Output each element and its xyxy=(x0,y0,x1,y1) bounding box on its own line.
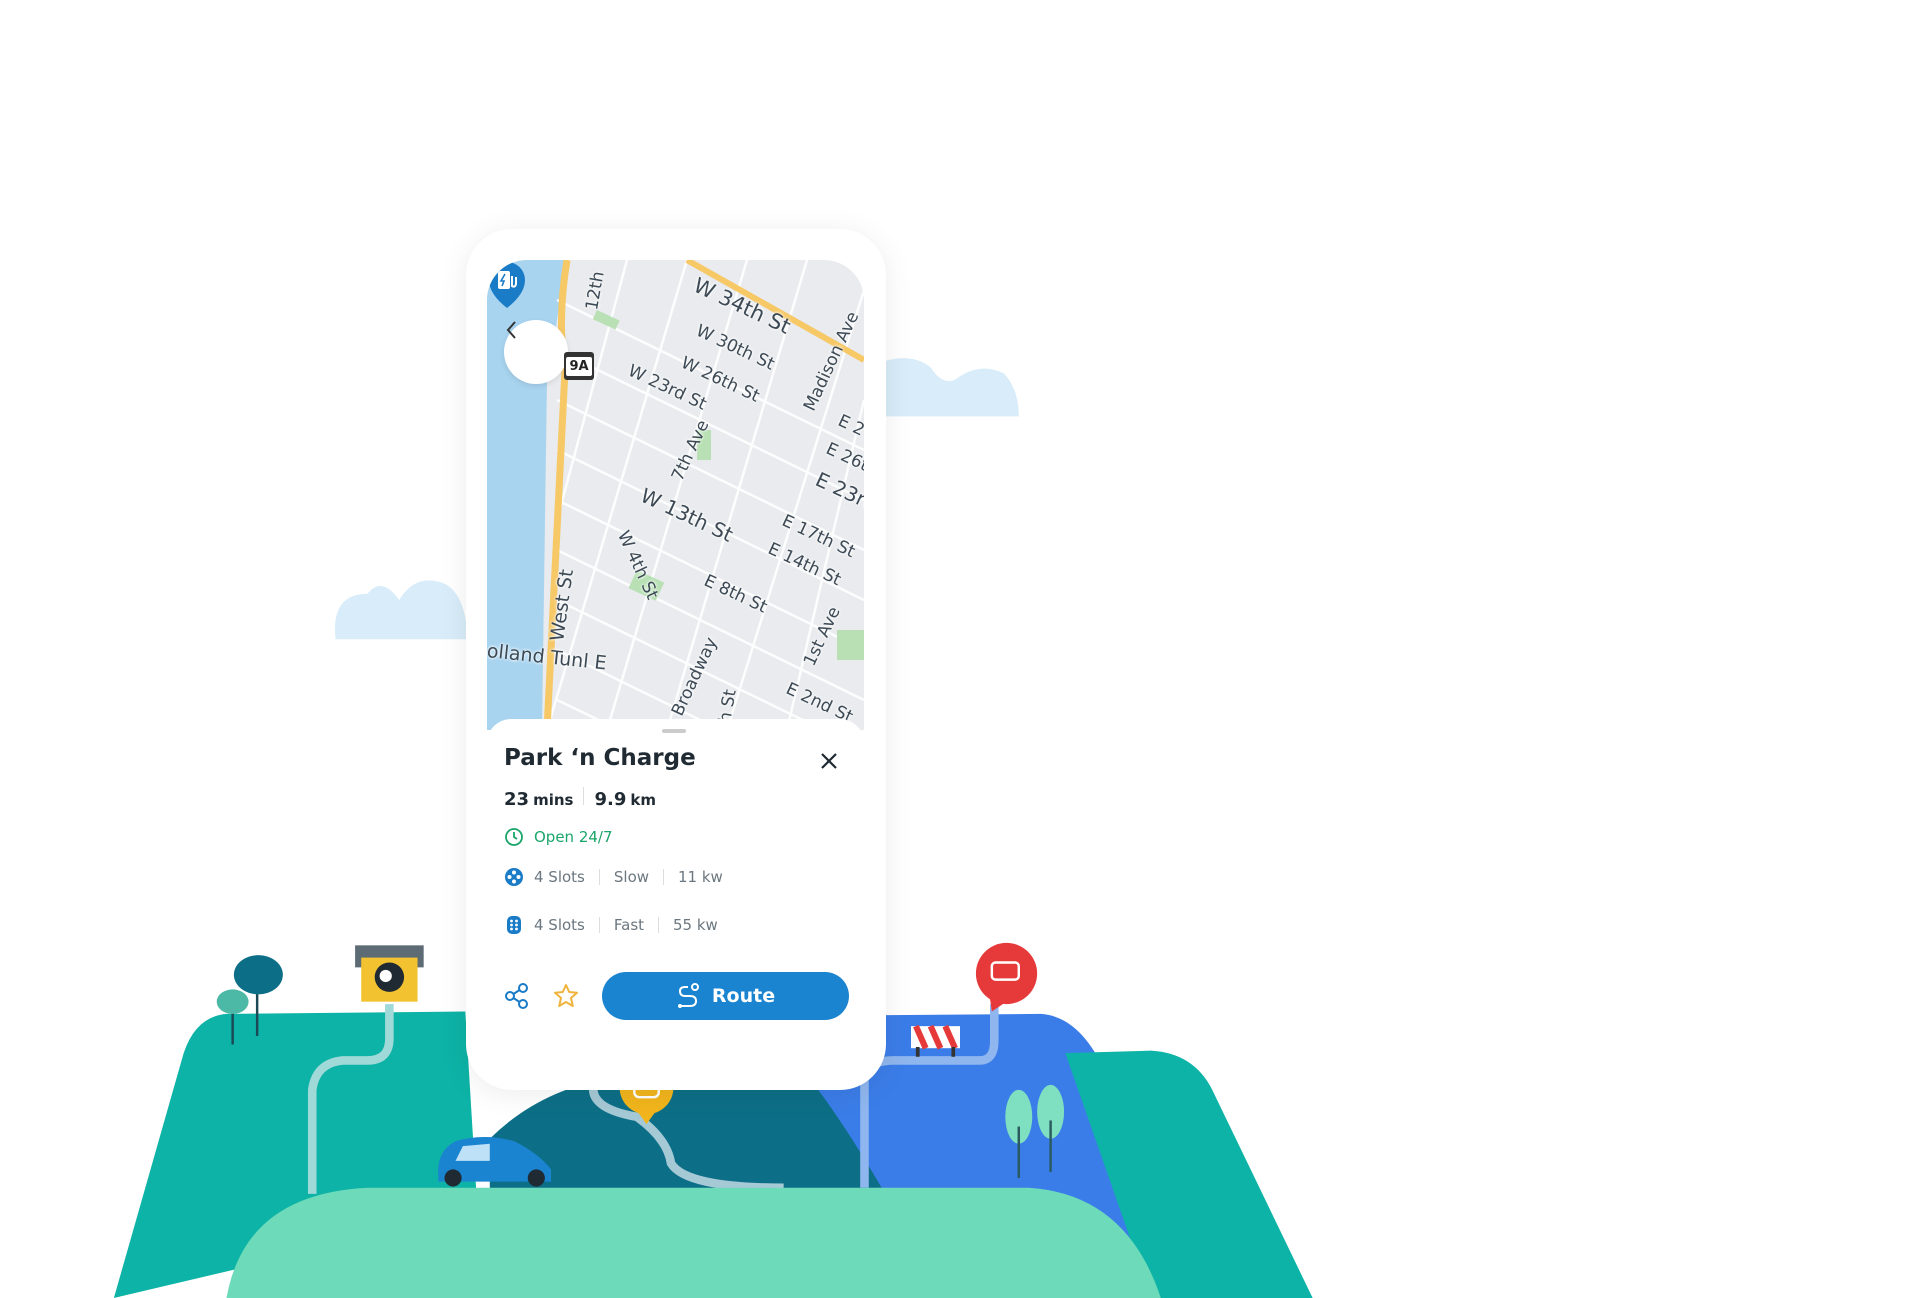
route-shield: 9A xyxy=(564,352,594,380)
station-details-sheet: Park ‘n Charge 23 mins 9.9 km Open 24/7 4 … xyxy=(487,719,864,1069)
drag-handle[interactable] xyxy=(662,729,686,733)
cloud-right xyxy=(884,358,1019,417)
traffic-pin-icon xyxy=(975,942,1038,1012)
opening-hours: Open 24/7 xyxy=(504,827,613,847)
landscape-illustration xyxy=(113,358,1313,1298)
travel-time-unit: mins xyxy=(533,791,574,809)
ev-charger-pin-icon[interactable] xyxy=(487,260,527,310)
route-icon xyxy=(677,983,699,1008)
action-bar: Route xyxy=(504,972,849,1020)
divider xyxy=(658,917,660,933)
charge-speed: Slow xyxy=(613,868,650,886)
phone-frame: W 34th St W 30th St W 26th St W 23rd St … xyxy=(466,229,886,1090)
distance: 9.9 xyxy=(594,789,627,810)
open-status: Open 24/7 xyxy=(534,828,613,846)
slot-count: 4 Slots xyxy=(534,868,585,886)
charge-power: 55 kw xyxy=(673,916,718,934)
clock-icon xyxy=(505,828,523,846)
distance-unit: km xyxy=(630,791,656,809)
back-button[interactable] xyxy=(504,320,568,384)
divider xyxy=(598,917,600,933)
share-icon[interactable] xyxy=(504,983,530,1009)
close-icon[interactable] xyxy=(817,749,841,773)
speed-camera-icon xyxy=(355,945,424,1002)
chevron-left-icon xyxy=(506,321,516,339)
charge-speed: Fast xyxy=(613,916,645,934)
divider xyxy=(598,869,600,885)
route-label: Route xyxy=(711,985,776,1007)
charge-power: 11 kw xyxy=(678,868,723,886)
hill xyxy=(226,1187,1161,1298)
map-view[interactable]: W 34th St W 30th St W 26th St W 23rd St … xyxy=(487,260,864,730)
connector-row: 4 Slots Fast 55 kw xyxy=(504,915,718,935)
divider xyxy=(583,787,585,805)
station-name: Park ‘n Charge xyxy=(504,745,696,771)
ccs-connector-icon xyxy=(507,916,521,934)
trip-metrics: 23 mins 9.9 km xyxy=(504,787,656,810)
travel-time: 23 xyxy=(504,789,530,810)
route-shield-label: 9A xyxy=(566,356,592,376)
cloud-left xyxy=(334,580,468,640)
route-button[interactable]: Route xyxy=(602,972,849,1020)
star-icon[interactable] xyxy=(552,982,580,1010)
slot-count: 4 Slots xyxy=(534,916,585,934)
divider xyxy=(663,869,665,885)
connector-row: 4 Slots Slow 11 kw xyxy=(504,867,723,887)
type2-connector-icon xyxy=(505,868,523,886)
